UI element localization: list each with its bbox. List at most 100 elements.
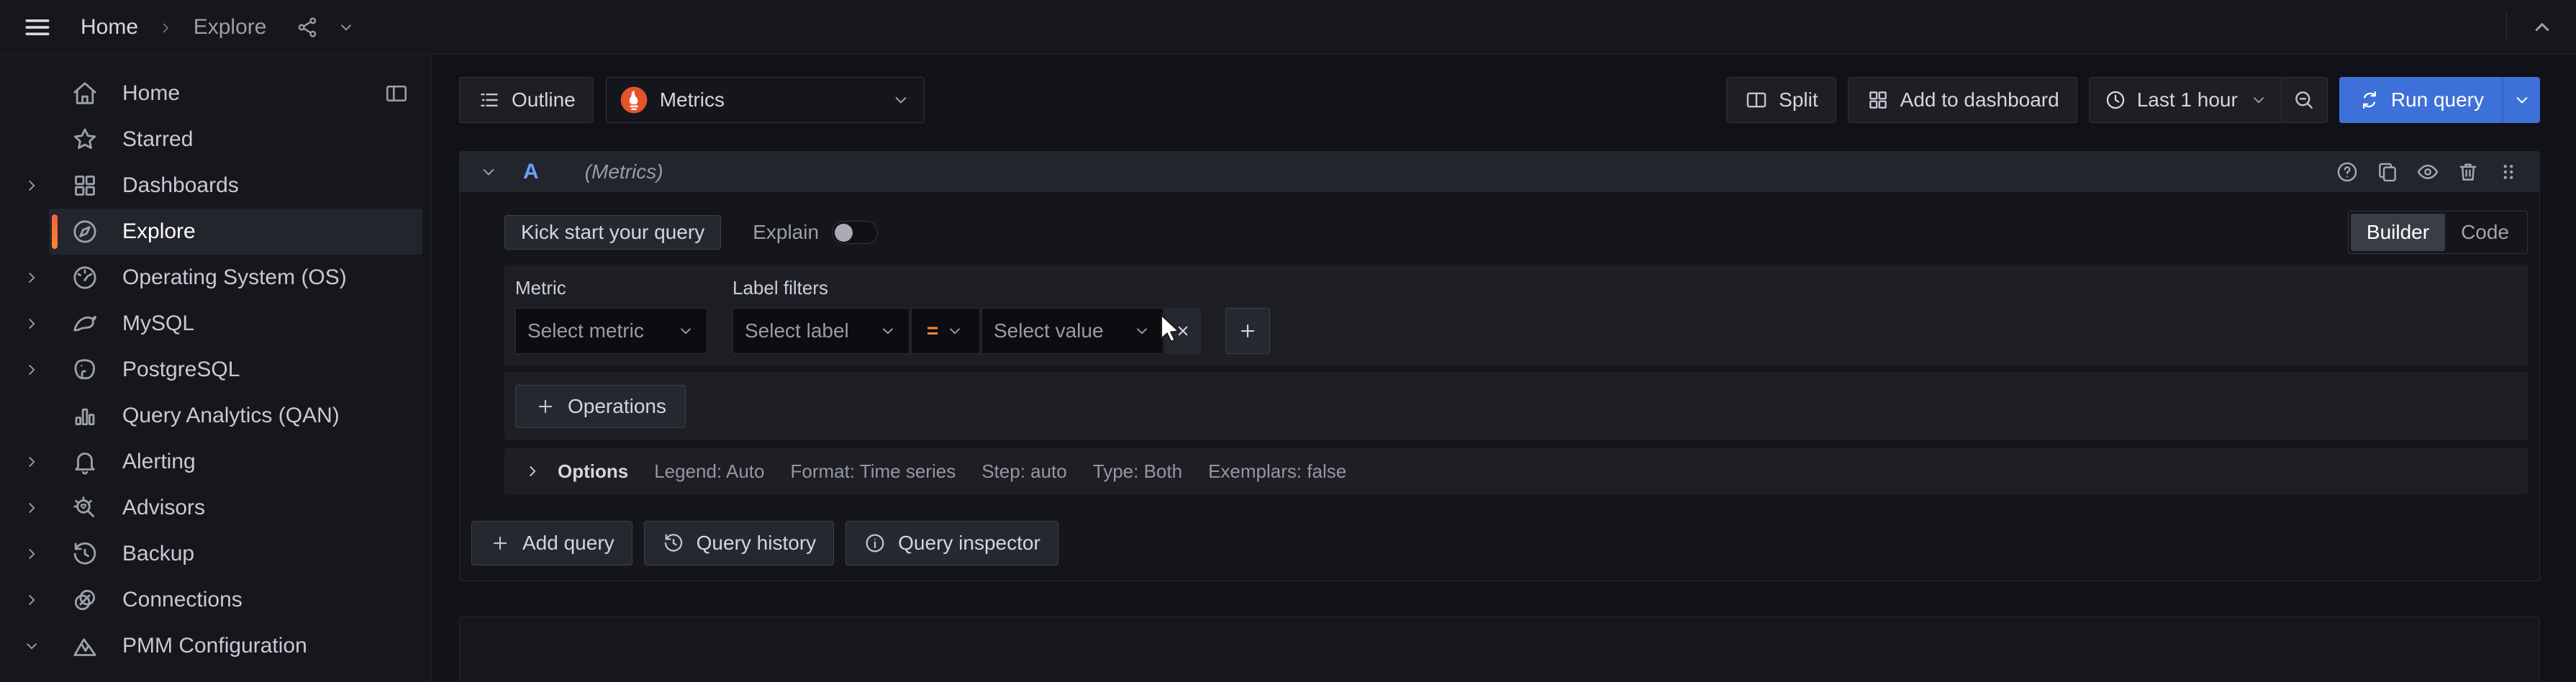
drag-query-handle[interactable] — [2496, 160, 2521, 184]
chevron-down-icon — [945, 322, 964, 340]
outline-list-icon — [477, 88, 502, 112]
datasource-picker[interactable]: Metrics — [606, 77, 925, 123]
options-type: Type: Both — [1093, 460, 1182, 483]
advisor-search-icon — [71, 494, 99, 522]
clock-icon — [2104, 88, 2127, 112]
select-label-dropdown[interactable]: Select label — [733, 308, 910, 354]
add-to-dashboard-button[interactable]: Add to dashboard — [1848, 77, 2077, 123]
dashboards-grid-icon — [71, 171, 99, 200]
operator-value: = — [927, 319, 938, 342]
query-history-button[interactable]: Query history — [644, 521, 835, 565]
expand-chevron-icon[interactable] — [14, 591, 49, 609]
sidebar-item-starred[interactable]: Starred — [49, 117, 422, 163]
outline-button[interactable]: Outline — [459, 77, 594, 123]
builder-mode-tab[interactable]: Builder — [2351, 214, 2445, 251]
add-filter-button[interactable] — [1225, 308, 1270, 354]
sidebar-item-mysql[interactable]: MySQL — [49, 301, 422, 347]
sidebar-item-postgresql[interactable]: PostgreSQL — [49, 347, 422, 393]
chevron-down-icon — [1133, 322, 1151, 340]
sidebar-item-label: Alerting — [122, 450, 196, 474]
sidebar-item-dashboards[interactable]: Dashboards — [49, 163, 422, 209]
topbar-divider — [2506, 12, 2507, 42]
expand-chevron-icon[interactable] — [14, 360, 49, 379]
query-ref-id[interactable]: A — [523, 160, 539, 184]
search-minus-icon — [2292, 88, 2316, 112]
expand-chevron-icon[interactable] — [14, 176, 49, 195]
kick-start-query-button[interactable]: Kick start your query — [504, 215, 721, 250]
split-button[interactable]: Split — [1726, 77, 1836, 123]
collapse-chevron-icon[interactable] — [14, 637, 49, 655]
editor-mode-switch: Builder Code — [2348, 211, 2528, 254]
select-metric-dropdown[interactable]: Select metric — [515, 308, 707, 354]
query-row-actions — [2335, 160, 2521, 184]
query-help-button[interactable] — [2335, 160, 2359, 184]
sidebar-item-label: Explore — [122, 219, 196, 244]
sync-icon — [2358, 88, 2381, 112]
plus-icon — [535, 396, 556, 417]
expand-chevron-icon[interactable] — [14, 499, 49, 517]
collapse-topbar-button[interactable] — [2530, 15, 2554, 40]
options-title: Options — [558, 460, 628, 483]
remove-query-button[interactable] — [2456, 160, 2480, 184]
operations-label: Operations — [568, 395, 666, 418]
sidebar-item-label: MySQL — [122, 312, 194, 336]
sidebar-item-connections[interactable]: Connections — [49, 577, 422, 623]
collapse-query-chevron-icon[interactable] — [479, 162, 499, 182]
select-value-value: Select value — [994, 319, 1104, 342]
query-datasource-hint: (Metrics) — [585, 160, 663, 183]
close-icon — [1173, 321, 1193, 341]
apps-grid-icon — [1866, 88, 1890, 112]
add-query-label: Add query — [522, 532, 614, 555]
breadcrumb: Home Explore — [81, 15, 266, 40]
options-block[interactable]: Options Legend: Auto Format: Time series… — [504, 448, 2528, 494]
plus-icon — [489, 532, 511, 554]
chevron-down-icon — [676, 322, 695, 340]
sidebar-item-operating-system[interactable]: Operating System (OS) — [49, 255, 422, 301]
sidebar-item-backup[interactable]: Backup — [49, 531, 422, 577]
sidebar-item-explore[interactable]: Explore — [49, 209, 422, 255]
label-filter-row: Select label = Select value — [733, 308, 1201, 354]
toggle-query-visibility-button[interactable] — [2416, 160, 2440, 184]
explore-toolbar: Outline Metrics Split — [459, 77, 2540, 123]
add-operations-button[interactable]: Operations — [515, 385, 686, 428]
mountains-icon — [71, 632, 99, 660]
menu-toggle-button[interactable] — [22, 12, 53, 43]
run-query-button[interactable]: Run query — [2339, 77, 2503, 123]
sidebar-item-label: Query Analytics (QAN) — [122, 404, 340, 428]
explore-content: Outline Metrics Split — [432, 55, 2576, 682]
sidebar-item-home[interactable]: Home — [49, 71, 422, 117]
sidebar-item-alerting[interactable]: Alerting — [49, 439, 422, 485]
sidebar-item-query-analytics[interactable]: Query Analytics (QAN) — [49, 393, 422, 439]
explain-toggle[interactable] — [832, 221, 878, 244]
dock-sidebar-button[interactable] — [384, 81, 409, 106]
label-filters-label: Label filters — [733, 277, 1270, 299]
expand-chevron-icon[interactable] — [14, 545, 49, 563]
remove-filter-button[interactable] — [1165, 308, 1201, 354]
share-icon — [295, 15, 319, 40]
query-inspector-button[interactable]: Query inspector — [845, 521, 1058, 565]
breadcrumb-home[interactable]: Home — [81, 15, 138, 39]
breadcrumb-actions-caret[interactable] — [337, 18, 355, 37]
query-footer-actions: Add query Query history Query inspector — [471, 521, 2528, 565]
postgresql-elephant-icon — [71, 355, 99, 384]
code-mode-tab[interactable]: Code — [2445, 214, 2525, 251]
run-query-options-caret[interactable] — [2503, 77, 2540, 123]
chevron-down-icon — [337, 18, 355, 37]
operator-dropdown[interactable]: = — [911, 308, 980, 354]
sidebar-item-advisors[interactable]: Advisors — [49, 485, 422, 531]
outline-label: Outline — [512, 88, 576, 112]
expand-chevron-icon[interactable] — [14, 314, 49, 333]
sidebar-item-label: Operating System (OS) — [122, 265, 347, 290]
share-button[interactable] — [295, 15, 319, 40]
chevron-right-icon — [157, 19, 174, 37]
time-range-picker[interactable]: Last 1 hour — [2090, 78, 2281, 122]
add-query-button[interactable]: Add query — [471, 521, 632, 565]
run-query-split-button: Run query — [2339, 77, 2540, 123]
zoom-out-time-button[interactable] — [2281, 78, 2327, 122]
expand-chevron-icon[interactable] — [14, 453, 49, 471]
duplicate-query-button[interactable] — [2375, 160, 2400, 184]
sidebar-item-pmm-configuration[interactable]: PMM Configuration — [49, 623, 422, 669]
toggle-knob — [835, 224, 853, 242]
select-value-dropdown[interactable]: Select value — [981, 308, 1164, 354]
expand-chevron-icon[interactable] — [14, 268, 49, 287]
